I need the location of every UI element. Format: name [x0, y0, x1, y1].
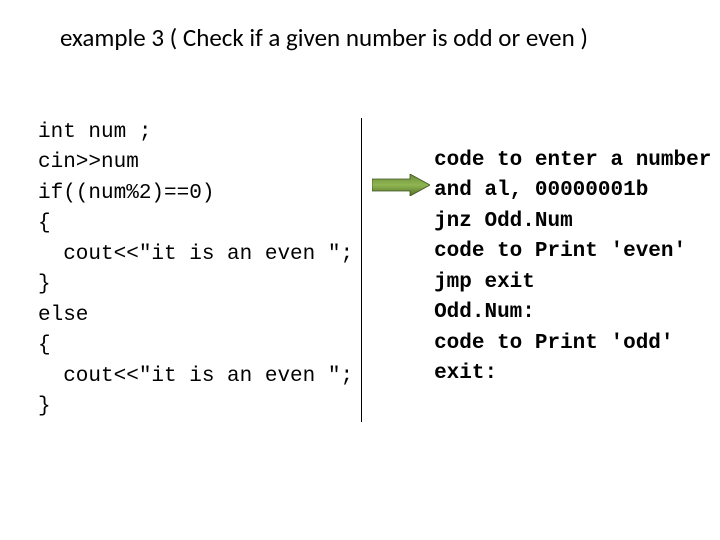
- vertical-divider: [361, 118, 362, 422]
- cpp-code-block: int num ; cin>>num if((num%2)==0) { cout…: [38, 118, 361, 422]
- slide: example 3 ( Check if a given number is o…: [0, 0, 720, 540]
- right-column: code to enter a number and al, 00000001b…: [366, 118, 710, 418]
- arrow-right-icon: [372, 174, 430, 196]
- slide-title: example 3 ( Check if a given number is o…: [60, 22, 680, 53]
- asm-code-block: code to enter a number and al, 00000001b…: [434, 146, 711, 390]
- content-area: int num ; cin>>num if((num%2)==0) { cout…: [38, 118, 710, 500]
- two-column-layout: int num ; cin>>num if((num%2)==0) { cout…: [38, 118, 710, 422]
